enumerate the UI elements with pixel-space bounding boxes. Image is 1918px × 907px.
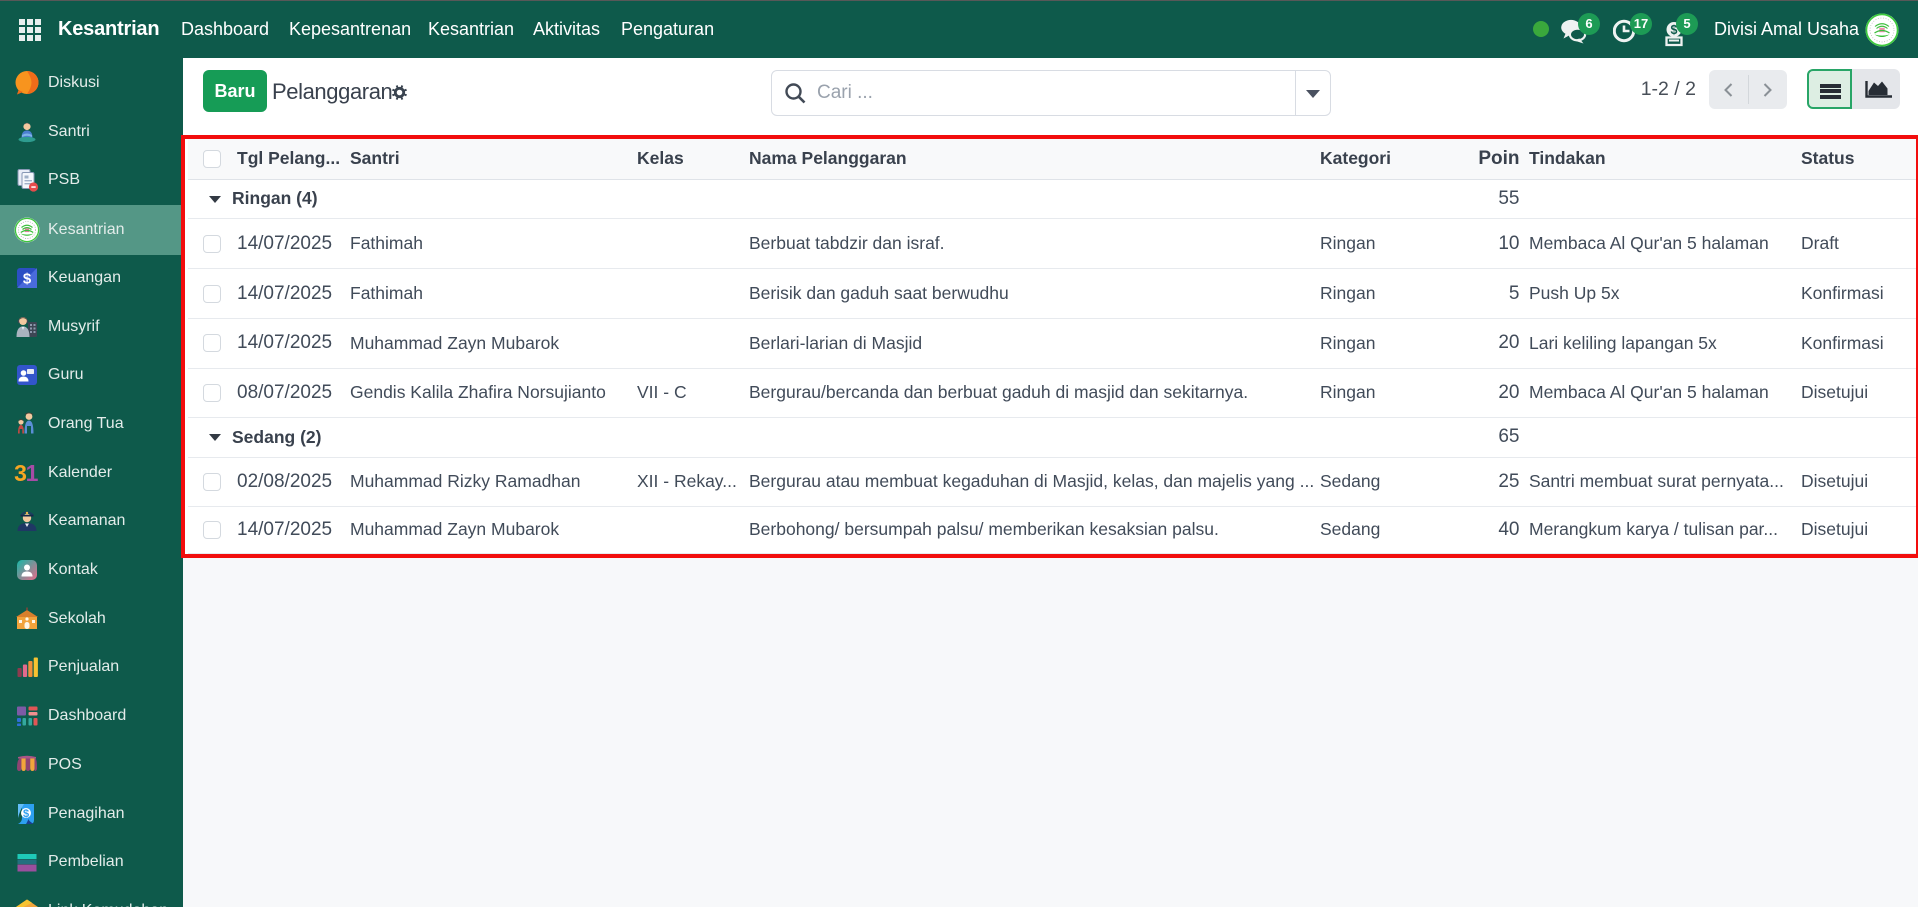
svg-text:$: $ xyxy=(23,270,32,287)
svg-text:1: 1 xyxy=(26,460,39,486)
svg-text:$: $ xyxy=(23,808,29,820)
